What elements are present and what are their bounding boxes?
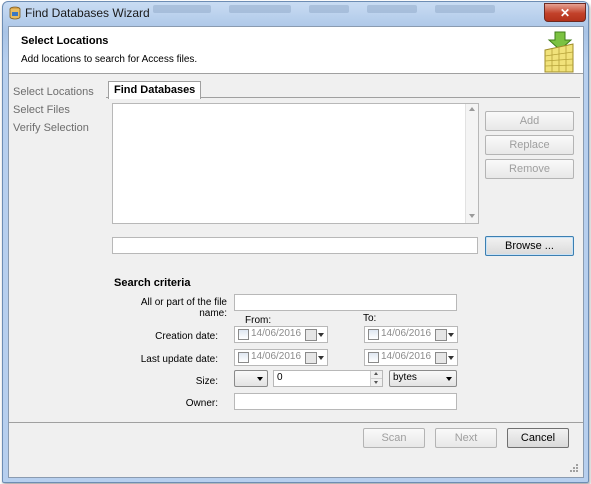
owner-input[interactable]	[234, 393, 457, 410]
update-from-date: 14/06/2016	[251, 351, 302, 362]
locations-list[interactable]	[112, 103, 479, 224]
window-title: Find Databases Wizard	[25, 6, 150, 20]
calendar-icon[interactable]	[305, 329, 317, 341]
creation-to-date-picker[interactable]: 14/06/2016	[364, 326, 458, 343]
chevron-down-icon[interactable]	[318, 333, 324, 337]
database-grid-icon	[544, 31, 574, 73]
chevron-down-icon[interactable]	[257, 377, 263, 381]
update-from-checkbox[interactable]	[238, 352, 249, 363]
cancel-button[interactable]: Cancel	[507, 428, 569, 448]
nav-step-verify-selection[interactable]: Verify Selection	[13, 119, 94, 137]
chevron-down-icon[interactable]	[318, 356, 324, 360]
update-to-date: 14/06/2016	[381, 351, 432, 362]
footer-divider	[9, 422, 583, 423]
last-update-date-label: Last update date:	[140, 354, 218, 365]
calendar-icon[interactable]	[435, 352, 447, 364]
title-bar[interactable]: Find Databases Wizard ✕	[3, 2, 588, 24]
calendar-icon[interactable]	[435, 329, 447, 341]
creation-date-label: Creation date:	[155, 331, 218, 342]
search-criteria-heading: Search criteria	[114, 277, 191, 289]
wizard-window: Find Databases Wizard ✕ Select Locations…	[2, 1, 589, 483]
owner-label: Owner:	[185, 398, 218, 409]
nav-step-select-files[interactable]: Select Files	[13, 101, 94, 119]
creation-to-date: 14/06/2016	[381, 328, 432, 339]
chevron-down-icon[interactable]	[448, 356, 454, 360]
chevron-down-icon[interactable]	[446, 377, 452, 381]
calendar-icon[interactable]	[305, 352, 317, 364]
remove-button[interactable]: Remove	[485, 159, 574, 179]
browse-button[interactable]: Browse ...	[485, 236, 574, 256]
creation-from-date-picker[interactable]: 14/06/2016	[234, 326, 328, 343]
size-operator-select[interactable]	[234, 370, 268, 387]
update-from-date-picker[interactable]: 14/06/2016	[234, 349, 328, 366]
next-button[interactable]: Next	[435, 428, 497, 448]
spin-up-icon[interactable]	[370, 371, 382, 378]
creation-from-date: 14/06/2016	[251, 328, 302, 339]
spin-down-icon[interactable]	[370, 378, 382, 386]
size-label: Size:	[195, 376, 218, 387]
update-to-date-picker[interactable]: 14/06/2016	[364, 349, 458, 366]
step-description: Add locations to search for Access files…	[21, 54, 198, 65]
chevron-down-icon[interactable]	[448, 333, 454, 337]
wizard-client-area: Select Locations Add locations to search…	[8, 26, 584, 478]
to-label: To:	[363, 313, 377, 324]
locations-list-scrollbar[interactable]	[465, 104, 478, 223]
size-value: 0	[277, 372, 283, 383]
resize-grip[interactable]	[569, 463, 579, 473]
creation-from-checkbox[interactable]	[238, 329, 249, 340]
nav-step-select-locations[interactable]: Select Locations	[13, 83, 94, 101]
size-unit-select[interactable]: bytes	[389, 370, 457, 387]
replace-button[interactable]: Replace	[485, 135, 574, 155]
background-window-blur	[153, 4, 573, 16]
database-wizard-icon	[9, 6, 21, 20]
from-label: From:	[245, 315, 272, 326]
location-path-input[interactable]	[112, 237, 478, 254]
wizard-steps-nav: Select Locations Select Files Verify Sel…	[13, 83, 94, 137]
scroll-down-arrow-icon[interactable]	[469, 214, 475, 218]
creation-to-checkbox[interactable]	[368, 329, 379, 340]
update-to-checkbox[interactable]	[368, 352, 379, 363]
size-value-stepper[interactable]: 0	[273, 370, 383, 387]
filename-label: All or part of the file name:	[140, 297, 227, 319]
size-unit-value: bytes	[393, 372, 417, 383]
scan-button[interactable]: Scan	[363, 428, 425, 448]
filename-input[interactable]	[234, 294, 457, 311]
add-button[interactable]: Add	[485, 111, 574, 131]
step-title: Select Locations	[21, 35, 109, 47]
close-button[interactable]: ✕	[544, 3, 586, 22]
scroll-up-arrow-icon[interactable]	[469, 107, 475, 111]
tab-find-databases[interactable]: Find Databases	[108, 81, 202, 99]
wizard-header: Select Locations Add locations to search…	[9, 27, 583, 74]
